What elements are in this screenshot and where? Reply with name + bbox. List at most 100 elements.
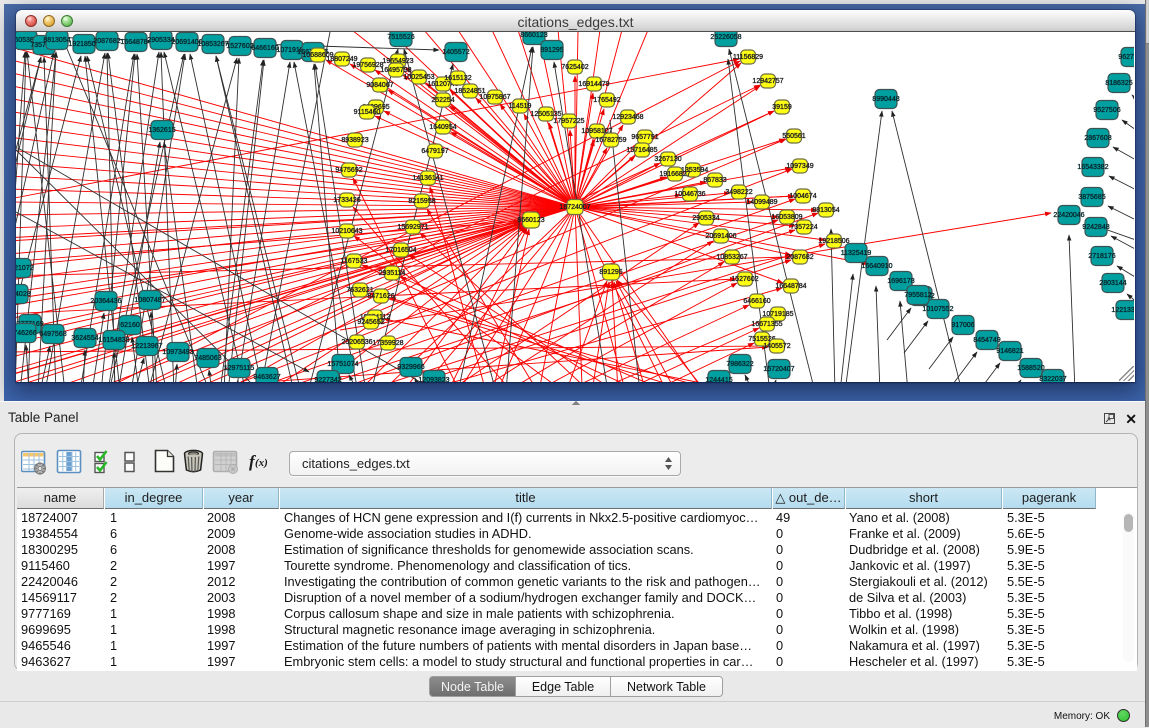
svg-text:6497568: 6497568 xyxy=(39,331,66,338)
svg-text:1244415: 1244415 xyxy=(705,377,732,382)
svg-text:10210643: 10210643 xyxy=(331,228,362,235)
svg-text:2935114: 2935114 xyxy=(379,270,406,277)
svg-text:252254: 252254 xyxy=(431,97,454,104)
svg-text:17016504: 17016504 xyxy=(385,247,416,254)
svg-text:14136141: 14136141 xyxy=(412,175,443,182)
svg-text:867833: 867833 xyxy=(703,177,726,184)
svg-text:9115460: 9115460 xyxy=(354,109,381,116)
svg-text:9084067: 9084067 xyxy=(366,82,393,89)
svg-text:891295: 891295 xyxy=(599,269,622,276)
svg-text:12942757: 12942757 xyxy=(752,78,783,85)
svg-text:10807487: 10807487 xyxy=(134,297,165,304)
svg-text:7515526: 7515526 xyxy=(387,34,414,41)
svg-text:2803144: 2803144 xyxy=(1099,280,1126,287)
svg-text:16495798: 16495798 xyxy=(380,67,411,74)
svg-text:25226058: 25226058 xyxy=(710,34,741,41)
svg-text:10107552: 10107552 xyxy=(922,306,953,313)
svg-text:15751074: 15751074 xyxy=(327,361,358,368)
svg-text:16671355: 16671355 xyxy=(751,321,782,328)
svg-text:8322037: 8322037 xyxy=(1039,376,1066,382)
svg-text:62160: 62160 xyxy=(120,322,140,329)
svg-text:6794028: 6794028 xyxy=(16,291,31,298)
svg-text:1362615: 1362615 xyxy=(148,127,175,134)
svg-text:1588520: 1588520 xyxy=(1017,365,1044,372)
svg-text:16154838: 16154838 xyxy=(98,337,129,344)
svg-text:20364436: 20364436 xyxy=(90,298,121,305)
svg-text:1527602: 1527602 xyxy=(731,276,758,283)
svg-text:2867608: 2867608 xyxy=(1084,135,1111,142)
svg-text:11156829: 11156829 xyxy=(733,54,763,61)
svg-text:9657791: 9657791 xyxy=(631,134,658,141)
svg-text:16914479: 16914479 xyxy=(578,81,609,88)
svg-text:2087682: 2087682 xyxy=(93,38,120,45)
svg-text:9242848: 9242848 xyxy=(1082,224,1109,231)
svg-text:8471626: 8471626 xyxy=(367,293,394,300)
svg-text:7625402: 7625402 xyxy=(561,64,588,71)
svg-text:12923468: 12923468 xyxy=(612,114,643,121)
svg-text:19756928: 19756928 xyxy=(352,62,383,69)
svg-text:7955812: 7955812 xyxy=(904,292,931,299)
svg-text:8660123: 8660123 xyxy=(520,32,547,39)
svg-text:2718176: 2718176 xyxy=(1088,253,1115,260)
svg-text:12505135: 12505135 xyxy=(530,111,561,118)
svg-text:8990448: 8990448 xyxy=(872,96,899,103)
svg-text:18724007: 18724007 xyxy=(559,204,590,211)
svg-text:9527506: 9527506 xyxy=(1093,107,1120,114)
svg-text:1696178: 1696178 xyxy=(887,278,914,285)
svg-text:1405572: 1405572 xyxy=(763,343,790,350)
svg-text:1405572: 1405572 xyxy=(442,49,469,56)
svg-text:1527602: 1527602 xyxy=(226,43,253,50)
svg-text:3498222: 3498222 xyxy=(725,189,752,196)
svg-text:1004674: 1004674 xyxy=(789,193,816,200)
svg-text:917006: 917006 xyxy=(951,322,974,329)
svg-text:14099489: 14099489 xyxy=(746,199,777,206)
svg-text:9463627: 9463627 xyxy=(253,374,280,381)
svg-text:3875685: 3875685 xyxy=(1078,194,1105,201)
svg-text:8454749: 8454749 xyxy=(973,337,1000,344)
svg-text:10975867: 10975867 xyxy=(479,94,510,101)
svg-text:12213967: 12213967 xyxy=(131,343,162,350)
svg-text:114519: 114519 xyxy=(509,103,532,110)
svg-text:1097349: 1097349 xyxy=(786,163,813,170)
svg-text:3267130: 3267130 xyxy=(654,156,681,163)
svg-text:16640910: 16640910 xyxy=(861,263,892,270)
svg-text:1615132: 1615132 xyxy=(444,75,471,82)
svg-text:9146821: 9146821 xyxy=(996,348,1023,355)
svg-text:8186325: 8186325 xyxy=(1105,80,1132,87)
svg-text:11325419: 11325419 xyxy=(841,250,872,257)
svg-text:2087682: 2087682 xyxy=(786,254,813,261)
svg-text:6466160: 6466160 xyxy=(251,45,278,52)
svg-text:9475692: 9475692 xyxy=(335,167,362,174)
svg-text:8215958: 8215958 xyxy=(408,198,435,205)
svg-text:12093823: 12093823 xyxy=(418,377,449,382)
svg-text:7485063: 7485063 xyxy=(194,355,221,362)
svg-text:(x): (x) xyxy=(255,457,268,469)
svg-text:10973493: 10973493 xyxy=(162,349,193,356)
svg-text:10046736: 10046736 xyxy=(674,191,705,198)
svg-text:7357224: 7357224 xyxy=(790,224,817,231)
svg-text:8813054: 8813054 xyxy=(812,207,839,214)
svg-text:550561: 550561 xyxy=(782,133,805,140)
svg-text:15716485: 15716485 xyxy=(626,147,657,154)
svg-text:1765492: 1765492 xyxy=(593,97,620,104)
svg-text:7986322: 7986322 xyxy=(726,361,753,368)
svg-text:22420046: 22420046 xyxy=(1053,212,1084,219)
svg-text:16543382: 16543382 xyxy=(1077,164,1108,171)
svg-text:1640954: 1640954 xyxy=(429,124,456,131)
svg-text:12975115: 12975115 xyxy=(224,365,255,372)
svg-text:16782759: 16782759 xyxy=(595,137,626,144)
svg-text:10025453: 10025453 xyxy=(403,74,434,81)
svg-text:9245652: 9245652 xyxy=(357,319,384,326)
svg-text:9627505: 9627505 xyxy=(1118,54,1134,61)
svg-text:6466160: 6466160 xyxy=(743,298,770,305)
svg-text:15692971: 15692971 xyxy=(397,224,428,231)
svg-text:1167533: 1167533 xyxy=(341,258,368,265)
svg-text:20691406: 20691406 xyxy=(705,233,736,240)
svg-text:9227342: 9227342 xyxy=(314,377,341,382)
svg-text:8660123: 8660123 xyxy=(517,217,544,224)
svg-text:12213349: 12213349 xyxy=(1111,307,1134,314)
svg-text:17957225: 17957225 xyxy=(553,118,584,125)
svg-text:20206536: 20206536 xyxy=(341,339,372,346)
svg-text:39159: 39159 xyxy=(772,104,792,111)
svg-text:19166827: 19166827 xyxy=(659,171,690,178)
